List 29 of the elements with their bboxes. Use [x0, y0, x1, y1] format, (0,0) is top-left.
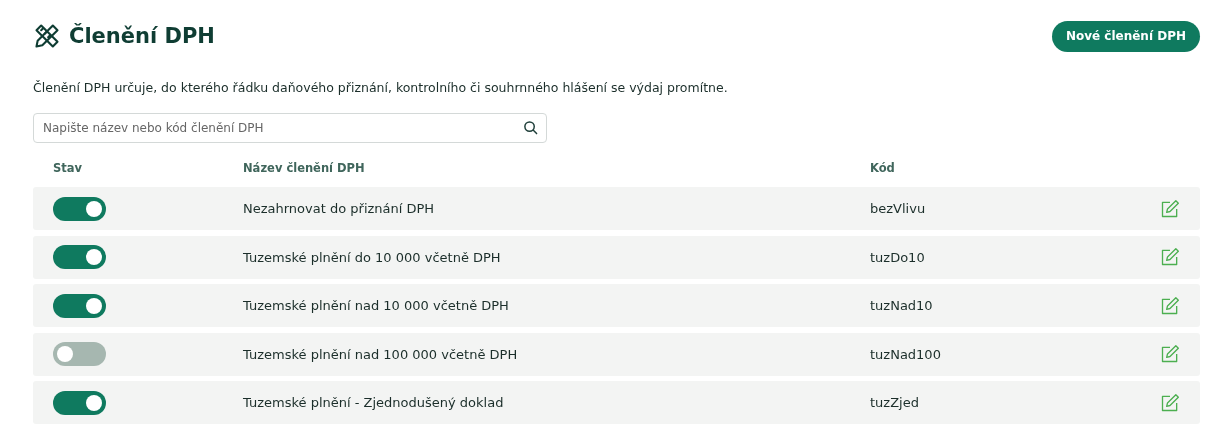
- page-title: Členění DPH: [69, 24, 215, 48]
- column-header: Název členění DPH: [243, 161, 366, 175]
- edit-icon[interactable]: [1160, 343, 1180, 365]
- edit-icon[interactable]: [1160, 246, 1180, 268]
- toggle-switch[interactable]: [53, 293, 106, 318]
- table-cell-text: Tuzemské plnění - Zjednodušený doklad: [243, 395, 505, 410]
- toggle-switch[interactable]: [53, 342, 106, 366]
- toggle-switch[interactable]: [53, 390, 106, 415]
- search-field[interactable]: Napište název nebo kód členění DPH: [33, 113, 547, 143]
- table-cell-text: tuzNad10: [870, 298, 934, 313]
- table-cell-text: Tuzemské plnění nad 100 000 včetně DPH: [243, 346, 519, 362]
- edit-icon[interactable]: [1160, 294, 1180, 317]
- edit-icon[interactable]: [1160, 197, 1180, 220]
- pencil-ruler-icon: [33, 22, 61, 50]
- column-header: Stav: [52, 161, 84, 175]
- table-cell-text: bezVlivu: [870, 201, 927, 216]
- edit-icon[interactable]: [1160, 391, 1180, 414]
- table-cell-text: Tuzemské plnění do 10 000 včetně DPH: [243, 249, 502, 265]
- toggle-switch[interactable]: [53, 196, 106, 221]
- search-icon[interactable]: [523, 120, 538, 135]
- table-cell-text: Tuzemské plnění nad 10 000 včetně DPH: [243, 298, 510, 313]
- table-cell-text: tuzDo10: [870, 249, 926, 265]
- column-header: Kód: [870, 161, 896, 175]
- new-item-button[interactable]: Nové členění DPH: [1051, 20, 1200, 52]
- toggle-switch[interactable]: [53, 245, 106, 269]
- description-text: Členění DPH určuje, do kterého řádku daňového přiznání, kontrolního či souhrnného hlášení se výdaj promítne.: [33, 80, 729, 95]
- table-cell-text: tuzZjed: [870, 395, 920, 410]
- table-cell-text: Nezahrnovat do přiznání DPH: [243, 201, 436, 216]
- table-cell-text: tuzNad100: [870, 346, 942, 362]
